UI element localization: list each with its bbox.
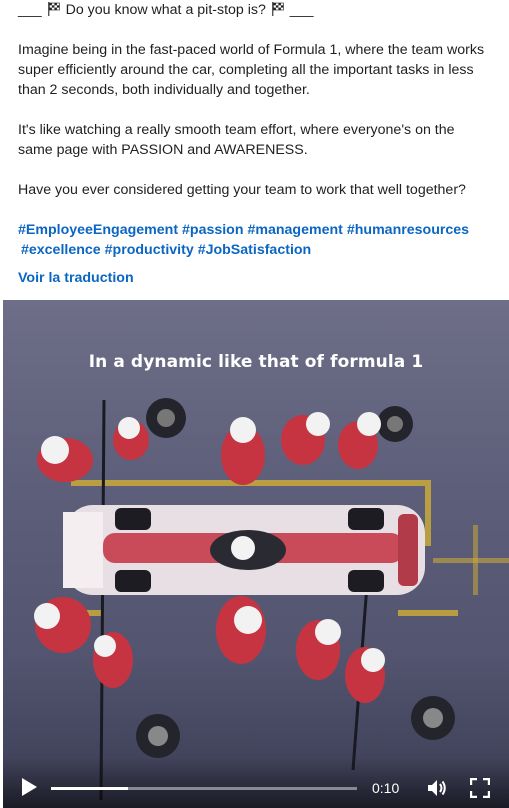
video-current-time: 0:10 <box>372 780 400 796</box>
hashtag-link[interactable]: #humanresources <box>347 222 469 238</box>
hashtag-link[interactable]: #JobSatisfaction <box>198 242 312 258</box>
video-progress-fill <box>51 787 128 790</box>
hashtag-link[interactable]: #passion <box>182 222 244 238</box>
post-headline: ___ Do you know what a pit-stop is? ___ <box>18 0 496 20</box>
paragraph-1-line-1: Imagine being in the fast-paced world of… <box>18 42 485 58</box>
paragraph-1-line-2: super efficiently around the car, comple… <box>18 62 474 78</box>
video-caption: In a dynamic like that of formula 1 <box>88 352 424 372</box>
video-frame-pit-stop <box>34 398 509 801</box>
headline-suffix: ___ <box>289 2 314 18</box>
play-icon[interactable] <box>19 777 39 797</box>
hashtag-link[interactable]: #management <box>247 222 342 238</box>
volume-icon[interactable] <box>426 778 448 798</box>
video-controls: 0:10 <box>3 758 509 808</box>
hashtag-link[interactable]: #productivity <box>105 242 194 258</box>
video-progress-bar[interactable] <box>51 787 357 790</box>
paragraph-2-line-1: It's like watching a really smooth team … <box>18 122 455 138</box>
fullscreen-icon[interactable] <box>469 777 491 799</box>
hashtag-link[interactable]: #excellence <box>21 242 101 258</box>
paragraph-3-line-1: Have you ever considered getting your te… <box>18 182 466 198</box>
headline-text: Do you know what a pit-stop is? <box>65 2 266 18</box>
checkered-flag-icon <box>46 1 62 23</box>
hashtag-row: #excellence #productivity #JobSatisfacti… <box>18 240 496 260</box>
paragraph-2-line-2: same page with PASSION and AWARENESS. <box>18 142 308 158</box>
paragraph-1-line-3: than 2 seconds, both individually and to… <box>18 82 310 98</box>
video-player[interactable]: In a dynamic like that of formula 1 0:10 <box>3 300 509 808</box>
checkered-flag-icon <box>270 1 286 23</box>
post-body: ___ Do you know what a pit-stop is? ___ … <box>18 0 496 260</box>
hashtag-link[interactable]: #EmployeeEngagement <box>18 222 178 238</box>
see-translation-link[interactable]: Voir la traduction <box>18 270 134 286</box>
headline-prefix: ___ <box>18 2 42 18</box>
hashtag-row: #EmployeeEngagement #passion #management… <box>18 220 496 240</box>
